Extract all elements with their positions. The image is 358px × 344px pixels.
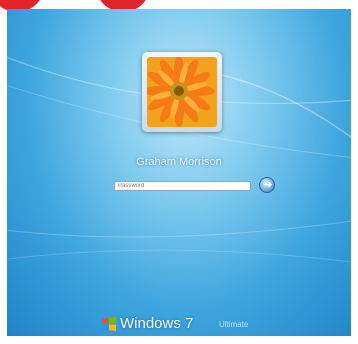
windows-wordmark: Windows 7 (120, 315, 194, 332)
flower-icon (147, 57, 217, 127)
username-label: Graham Morrison (136, 156, 222, 168)
password-field[interactable] (114, 181, 251, 191)
photo-frame: Graham Morrison ➜ Windows 7 Ultimate (0, 0, 358, 344)
windows-logo-icon (102, 317, 116, 331)
login-screen: Graham Morrison ➜ Windows 7 Ultimate (7, 9, 351, 336)
arrow-right-icon: ➜ (263, 179, 273, 191)
submit-button[interactable]: ➜ (259, 177, 275, 193)
edition-label: Ultimate (219, 320, 249, 329)
password-row: ➜ (114, 177, 275, 197)
user-avatar[interactable] (142, 52, 222, 132)
